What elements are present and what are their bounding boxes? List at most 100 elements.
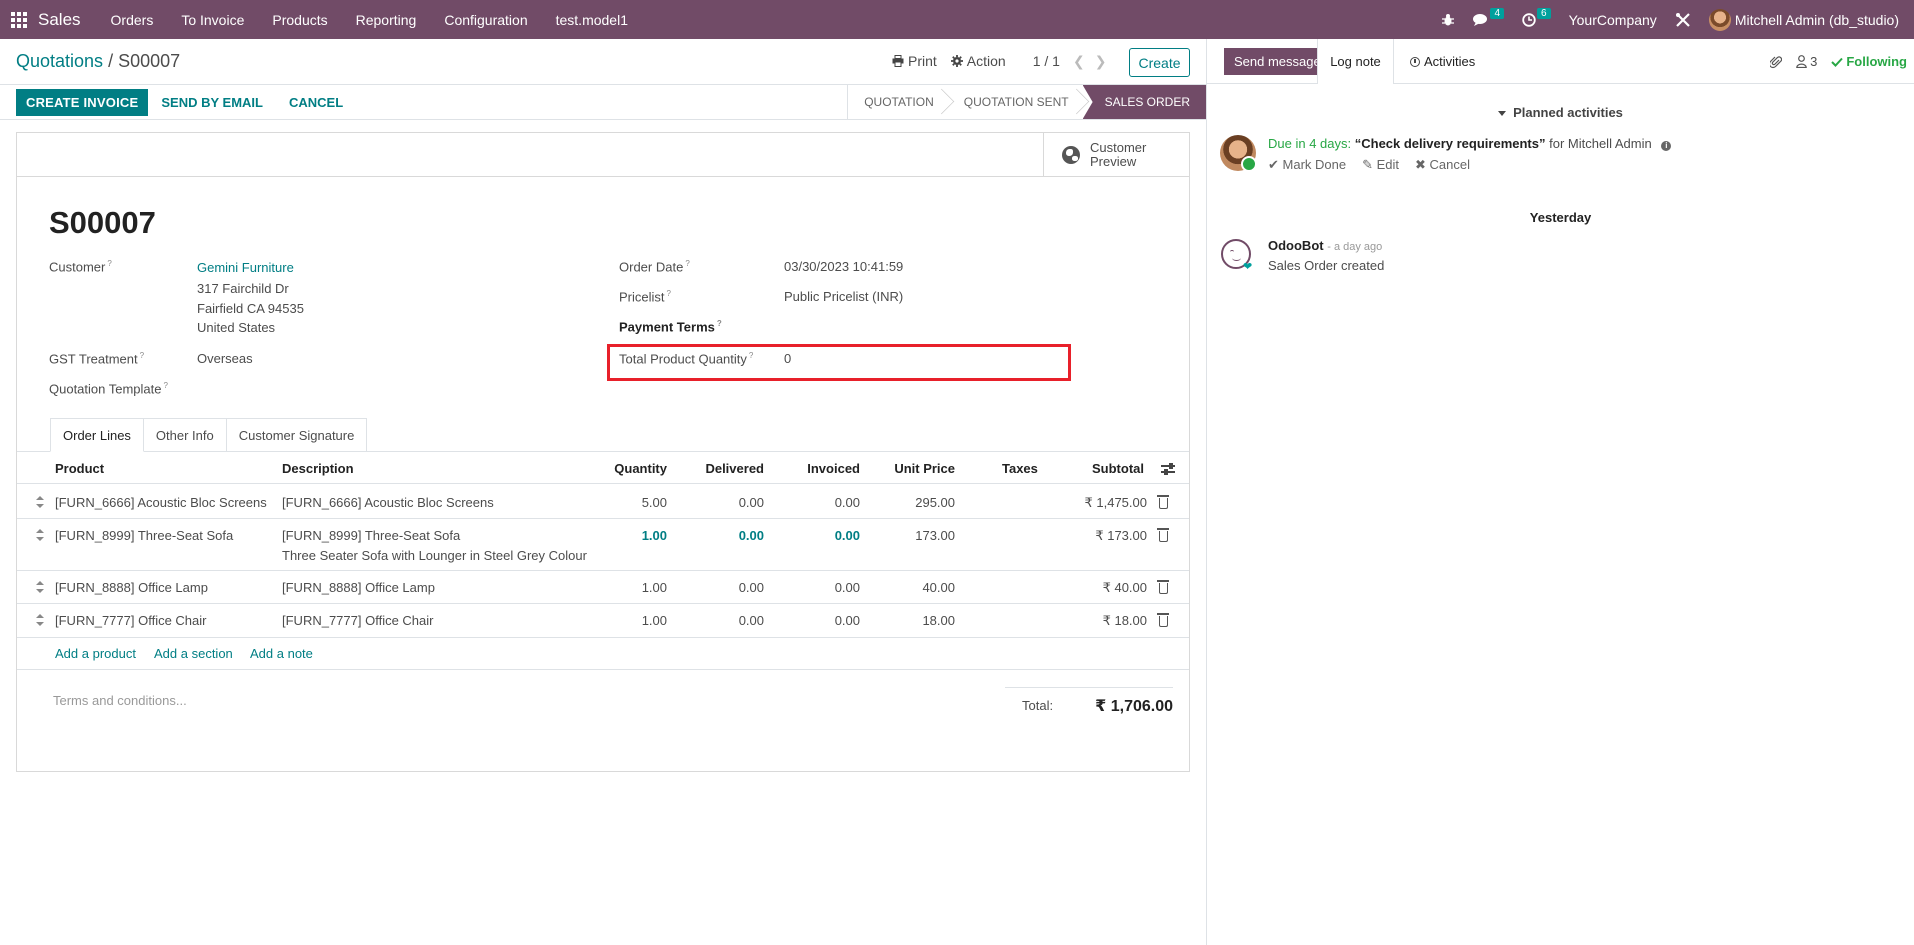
delete-line-trash-icon[interactable]: [1157, 580, 1169, 594]
column-header-subtotal[interactable]: Subtotal: [1077, 461, 1144, 476]
help-icon[interactable]: ?: [717, 319, 722, 328]
optional-columns-settings-icon[interactable]: [1161, 462, 1175, 476]
delete-line-trash-icon[interactable]: [1157, 613, 1169, 627]
add-product-link[interactable]: Add a product: [55, 646, 136, 661]
column-header-delivered[interactable]: Delivered: [697, 461, 764, 476]
line-quantity[interactable]: 5.00: [607, 495, 667, 510]
add-note-link[interactable]: Add a note: [250, 646, 313, 661]
line-description-detail[interactable]: Three Seater Sofa with Lounger in Steel …: [282, 548, 587, 563]
menu-item-products[interactable]: Products: [258, 12, 341, 28]
column-header-taxes[interactable]: Taxes: [1002, 461, 1038, 476]
help-icon[interactable]: ?: [107, 259, 111, 268]
studio-tools-icon[interactable]: [1666, 12, 1700, 28]
line-delivered[interactable]: 0.00: [697, 528, 764, 543]
line-delivered[interactable]: 0.00: [697, 580, 764, 595]
tab-customer-signature[interactable]: Customer Signature: [225, 418, 368, 452]
column-header-invoiced[interactable]: Invoiced: [797, 461, 860, 476]
line-unit-price[interactable]: 173.00: [877, 528, 955, 543]
tab-other-info[interactable]: Other Info: [142, 418, 227, 452]
line-delivered[interactable]: 0.00: [697, 613, 764, 628]
cancel-activity-button[interactable]: ✖ Cancel: [1415, 157, 1470, 173]
send-by-email-button[interactable]: SEND BY EMAIL: [148, 89, 276, 116]
stage-quotation[interactable]: QUOTATION: [848, 85, 948, 119]
menu-item-configuration[interactable]: Configuration: [430, 12, 541, 28]
line-quantity[interactable]: 1.00: [607, 613, 667, 628]
help-icon[interactable]: ?: [667, 289, 671, 298]
gst-treatment-label: GST Treatment?: [49, 351, 144, 366]
user-menu[interactable]: Mitchell Admin (db_studio): [1700, 8, 1908, 31]
line-quantity[interactable]: 1.00: [607, 528, 667, 543]
tab-order-lines[interactable]: Order Lines: [50, 418, 144, 452]
planned-activities-toggle[interactable]: Planned activities: [1207, 105, 1914, 120]
edit-activity-button[interactable]: ✎ Edit: [1362, 157, 1399, 173]
app-brand[interactable]: Sales: [38, 10, 81, 30]
pager-previous-icon[interactable]: ❮: [1068, 53, 1090, 70]
mark-done-button[interactable]: ✔ Mark Done: [1268, 157, 1346, 173]
stage-sales-order[interactable]: SALES ORDER: [1082, 85, 1206, 119]
message-author: OdooBot - a day ago: [1268, 238, 1382, 253]
line-product[interactable]: [FURN_8999] Three-Seat Sofa: [55, 528, 233, 543]
terms-conditions-field[interactable]: Terms and conditions...: [53, 693, 187, 708]
menu-item-orders[interactable]: Orders: [97, 12, 168, 28]
line-description[interactable]: [FURN_8888] Office Lamp: [282, 580, 435, 595]
line-product[interactable]: [FURN_6666] Acoustic Bloc Screens: [55, 495, 267, 510]
following-button[interactable]: Following: [1824, 54, 1914, 69]
line-product[interactable]: [FURN_7777] Office Chair: [55, 613, 207, 628]
quotation-template-label: Quotation Template?: [49, 381, 168, 396]
drag-handle-icon[interactable]: [36, 496, 44, 508]
delete-line-trash-icon[interactable]: [1157, 528, 1169, 542]
debug-bug-icon[interactable]: [1432, 13, 1464, 27]
breadcrumb-quotations[interactable]: Quotations: [16, 51, 103, 71]
customer-field[interactable]: Gemini Furniture: [197, 260, 294, 275]
action-button[interactable]: Action: [944, 48, 1013, 74]
followers-button[interactable]: 3: [1789, 54, 1824, 69]
column-header-product[interactable]: Product: [55, 461, 104, 476]
company-switcher[interactable]: YourCompany: [1560, 12, 1666, 28]
line-delivered[interactable]: 0.00: [697, 495, 764, 510]
help-icon[interactable]: ?: [164, 381, 168, 390]
top-navbar: Sales Orders To Invoice Products Reporti…: [0, 0, 1914, 39]
apps-menu-icon[interactable]: [0, 0, 38, 39]
line-unit-price[interactable]: 18.00: [877, 613, 955, 628]
divider: [17, 669, 1189, 670]
attachments-button[interactable]: [1763, 55, 1789, 69]
log-note-button[interactable]: Log note: [1317, 39, 1394, 84]
line-quantity[interactable]: 1.00: [607, 580, 667, 595]
create-invoice-button[interactable]: CREATE INVOICE: [16, 88, 149, 116]
delete-line-trash-icon[interactable]: [1157, 495, 1169, 509]
info-icon[interactable]: i: [1661, 141, 1672, 151]
column-header-unit-price[interactable]: Unit Price: [877, 461, 955, 476]
pager-value[interactable]: 1 / 1: [1013, 53, 1068, 69]
add-section-link[interactable]: Add a section: [154, 646, 233, 661]
line-description[interactable]: [FURN_7777] Office Chair: [282, 613, 434, 628]
drag-handle-icon[interactable]: [36, 581, 44, 593]
column-header-quantity[interactable]: Quantity: [607, 461, 667, 476]
cancel-order-button[interactable]: CANCEL: [276, 89, 356, 116]
activities-button[interactable]: Activities: [1402, 48, 1483, 75]
order-date-field[interactable]: 03/30/2023 10:41:59: [784, 259, 903, 274]
line-description[interactable]: [FURN_6666] Acoustic Bloc Screens: [282, 495, 494, 510]
gst-treatment-field[interactable]: Overseas: [197, 351, 253, 366]
create-button[interactable]: Create: [1129, 48, 1190, 77]
send-message-button[interactable]: Send message: [1224, 48, 1331, 75]
messages-button[interactable]: 4: [1464, 8, 1513, 27]
help-icon[interactable]: ?: [140, 351, 144, 360]
pricelist-field[interactable]: Public Pricelist (INR): [784, 289, 903, 304]
pager-next-icon[interactable]: ❯: [1090, 53, 1112, 70]
print-button[interactable]: Print: [885, 48, 944, 74]
help-icon[interactable]: ?: [685, 259, 689, 268]
line-product[interactable]: [FURN_8888] Office Lamp: [55, 580, 208, 595]
line-description[interactable]: [FURN_8999] Three-Seat Sofa: [282, 528, 460, 543]
activities-button[interactable]: 6: [1513, 8, 1560, 27]
drag-handle-icon[interactable]: [36, 529, 44, 541]
line-unit-price[interactable]: 40.00: [877, 580, 955, 595]
stage-quotation-sent[interactable]: QUOTATION SENT: [948, 85, 1083, 119]
drag-handle-icon[interactable]: [36, 614, 44, 626]
line-unit-price[interactable]: 295.00: [877, 495, 955, 510]
message-author-name[interactable]: OdooBot: [1268, 238, 1324, 253]
customer-preview-button[interactable]: Customer Preview: [1043, 133, 1189, 177]
column-header-description[interactable]: Description: [282, 461, 354, 476]
menu-item-test-model1[interactable]: test.model1: [542, 12, 642, 28]
menu-item-reporting[interactable]: Reporting: [342, 12, 431, 28]
menu-item-to-invoice[interactable]: To Invoice: [167, 12, 258, 28]
